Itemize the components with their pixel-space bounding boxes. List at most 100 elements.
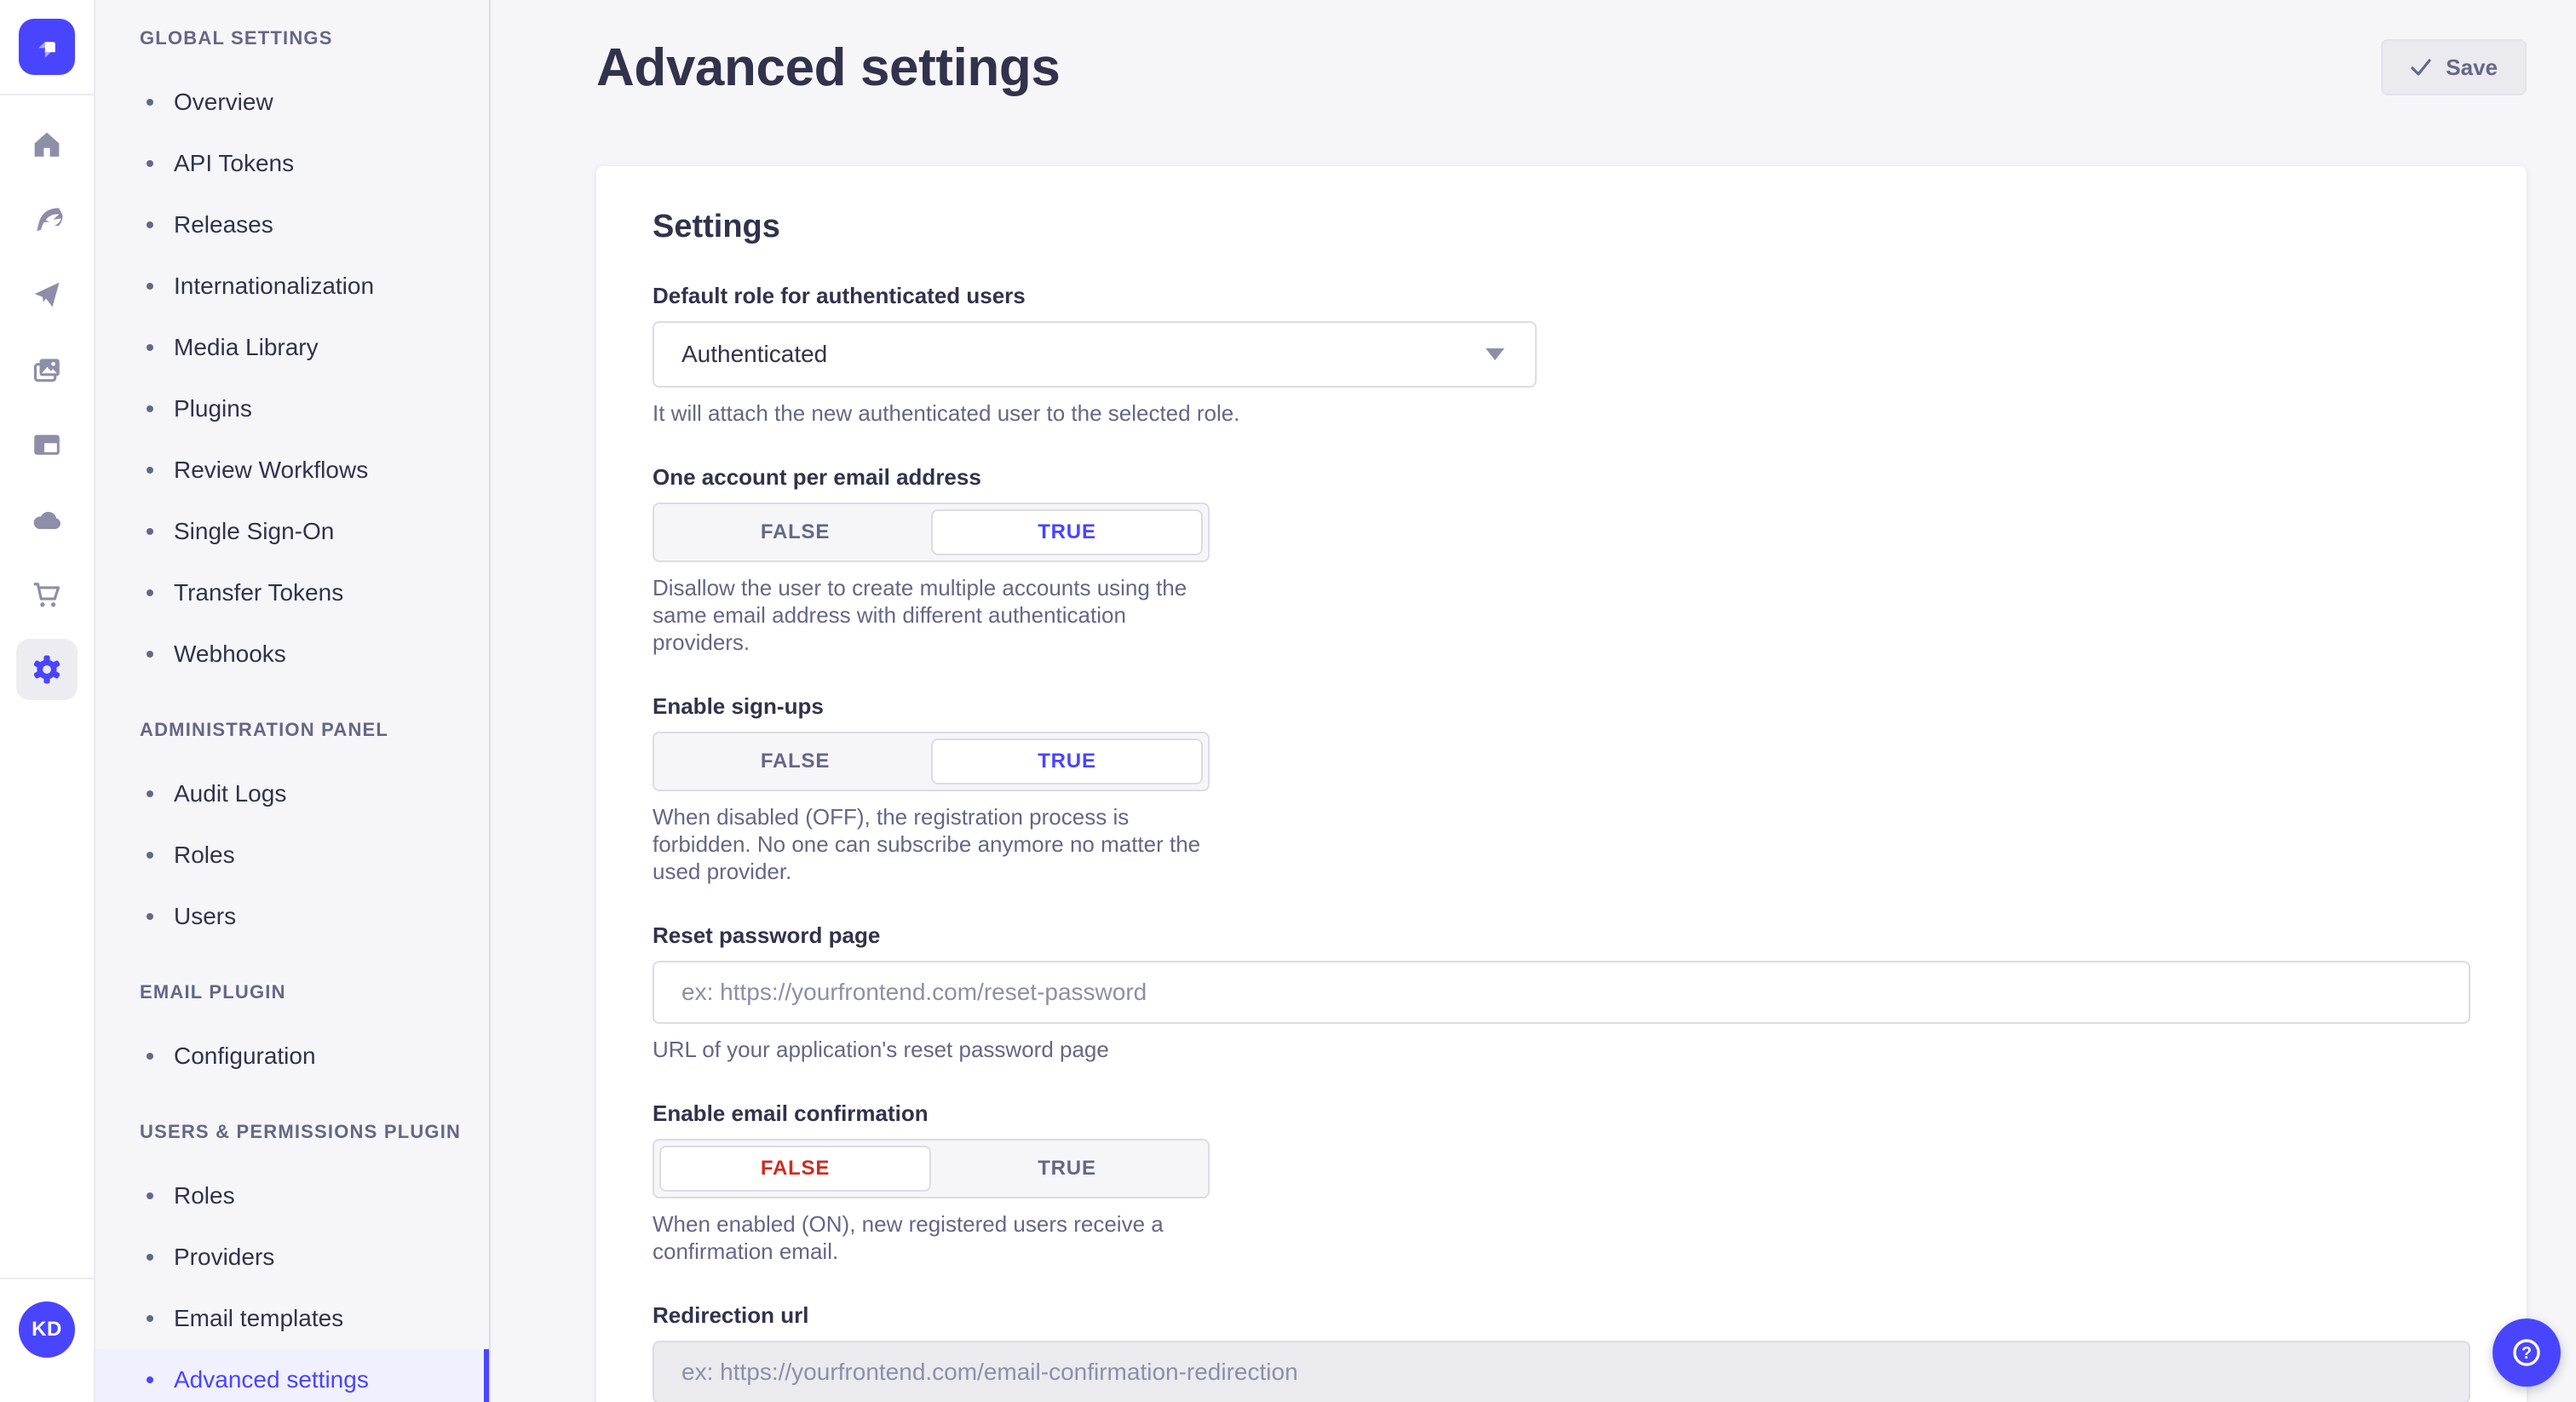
bullet-icon — [147, 99, 153, 106]
sidebar-section-administration-panel: ADMINISTRATION PANEL Audit Logs Roles Us… — [95, 719, 489, 947]
one-account-false-option[interactable]: FALSE — [659, 509, 931, 555]
default-role-select[interactable]: Authenticated — [653, 321, 1537, 388]
svg-text:?: ? — [2521, 1344, 2532, 1363]
sidebar-item-internationalization[interactable]: Internationalization — [95, 256, 489, 317]
field-one-account: One account per email address FALSE TRUE… — [653, 464, 2470, 656]
sidebar-section-global-settings: GLOBAL SETTINGS Overview API Tokens Rele… — [95, 27, 489, 685]
email-confirmation-label: Enable email confirmation — [653, 1100, 2470, 1127]
help-button[interactable]: ? — [2493, 1319, 2561, 1387]
logo-container — [0, 0, 95, 95]
section-title-administration-panel: ADMINISTRATION PANEL — [140, 719, 489, 741]
sidebar-item-audit-logs[interactable]: Audit Logs — [95, 763, 489, 825]
one-account-hint: Disallow the user to create multiple acc… — [653, 574, 1222, 656]
icon-rail: KD — [0, 0, 95, 1402]
layout-panel-icon[interactable] — [16, 414, 78, 475]
bullet-icon — [147, 160, 153, 167]
sidebar-item-transfer-tokens[interactable]: Transfer Tokens — [95, 562, 489, 623]
sidebar-item-review-workflows[interactable]: Review Workflows — [95, 440, 489, 501]
sidebar-item-webhooks[interactable]: Webhooks — [95, 623, 489, 685]
check-icon — [2410, 56, 2432, 78]
bullet-icon — [147, 651, 153, 658]
reset-password-label: Reset password page — [653, 922, 2470, 949]
field-email-confirmation: Enable email confirmation FALSE TRUE Whe… — [653, 1100, 2470, 1265]
default-role-value: Authenticated — [681, 341, 827, 368]
settings-card: Settings Default role for authenticated … — [596, 166, 2527, 1402]
sidebar-item-plugins[interactable]: Plugins — [95, 378, 489, 440]
sidebar-section-users-permissions-plugin: USERS & PERMISSIONS PLUGIN Roles Provide… — [95, 1121, 489, 1402]
sidebar-item-api-tokens[interactable]: API Tokens — [95, 133, 489, 194]
question-mark-icon: ? — [2510, 1336, 2544, 1370]
one-account-label: One account per email address — [653, 464, 2470, 491]
settings-sidebar: GLOBAL SETTINGS Overview API Tokens Rele… — [95, 0, 491, 1402]
reset-password-hint: URL of your application's reset password… — [653, 1036, 2470, 1063]
default-role-hint: It will attach the new authenticated use… — [653, 399, 2470, 427]
images-icon[interactable] — [16, 339, 78, 400]
cloud-icon[interactable] — [16, 489, 78, 550]
gear-icon[interactable] — [16, 639, 78, 700]
sidebar-item-admin-users[interactable]: Users — [95, 886, 489, 947]
sidebar-item-admin-roles[interactable]: Roles — [95, 825, 489, 886]
bullet-icon — [147, 1053, 153, 1060]
bullet-icon — [147, 221, 153, 228]
user-avatar[interactable]: KD — [19, 1301, 75, 1358]
enable-signups-toggle: FALSE TRUE — [653, 732, 1210, 791]
strapi-logo[interactable] — [19, 19, 75, 75]
enable-signups-hint: When disabled (OFF), the registration pr… — [653, 803, 1222, 885]
sidebar-item-up-roles[interactable]: Roles — [95, 1165, 489, 1227]
strapi-logo-icon — [31, 31, 63, 63]
chevron-down-icon — [1486, 348, 1504, 360]
home-icon[interactable] — [16, 114, 78, 175]
page-header: Advanced settings Save — [596, 0, 2527, 98]
rail-footer: KD — [0, 1278, 94, 1402]
field-enable-signups: Enable sign-ups FALSE TRUE When disabled… — [653, 693, 2470, 885]
email-confirmation-true-option[interactable]: TRUE — [931, 1146, 1203, 1192]
shopping-cart-icon[interactable] — [16, 564, 78, 625]
enable-signups-label: Enable sign-ups — [653, 693, 2470, 720]
default-role-label: Default role for authenticated users — [653, 283, 2470, 309]
sidebar-item-email-configuration[interactable]: Configuration — [95, 1026, 489, 1087]
section-title-users-permissions-plugin: USERS & PERMISSIONS PLUGIN — [140, 1121, 489, 1143]
bullet-icon — [147, 283, 153, 290]
bullet-icon — [147, 852, 153, 859]
enable-signups-true-option[interactable]: TRUE — [931, 738, 1203, 784]
field-reset-password: Reset password page URL of your applicat… — [653, 922, 2470, 1063]
field-redirection-url: Redirection url — [653, 1302, 2470, 1402]
bullet-icon — [147, 1254, 153, 1261]
sidebar-item-single-sign-on[interactable]: Single Sign-On — [95, 501, 489, 562]
sidebar-item-advanced-settings[interactable]: Advanced settings — [95, 1349, 489, 1402]
rail-nav — [16, 114, 78, 700]
field-default-role: Default role for authenticated users Aut… — [653, 283, 2470, 427]
sidebar-item-providers[interactable]: Providers — [95, 1227, 489, 1288]
sidebar-section-email-plugin: EMAIL PLUGIN Configuration — [95, 981, 489, 1087]
bullet-icon — [147, 1315, 153, 1322]
email-confirmation-hint: When enabled (ON), new registered users … — [653, 1210, 1222, 1265]
main-content: Advanced settings Save Settings Default … — [491, 0, 2576, 1402]
sidebar-item-media-library[interactable]: Media Library — [95, 317, 489, 378]
enable-signups-false-option[interactable]: FALSE — [659, 738, 931, 784]
email-confirmation-toggle: FALSE TRUE — [653, 1139, 1210, 1198]
bullet-icon — [147, 913, 153, 920]
bullet-icon — [147, 589, 153, 596]
feather-icon[interactable] — [16, 189, 78, 250]
page-title: Advanced settings — [596, 37, 1060, 98]
sidebar-item-email-templates[interactable]: Email templates — [95, 1288, 489, 1349]
paper-plane-icon[interactable] — [16, 264, 78, 325]
bullet-icon — [147, 344, 153, 351]
bullet-icon — [147, 790, 153, 797]
bullet-icon — [147, 528, 153, 535]
save-button[interactable]: Save — [2381, 39, 2527, 95]
reset-password-input[interactable] — [653, 961, 2470, 1024]
card-heading: Settings — [653, 209, 2470, 245]
bullet-icon — [147, 1376, 153, 1383]
section-title-global-settings: GLOBAL SETTINGS — [140, 27, 489, 49]
sidebar-item-releases[interactable]: Releases — [95, 194, 489, 256]
one-account-toggle: FALSE TRUE — [653, 503, 1210, 562]
section-title-email-plugin: EMAIL PLUGIN — [140, 981, 489, 1003]
email-confirmation-false-option[interactable]: FALSE — [659, 1146, 931, 1192]
redirection-url-label: Redirection url — [653, 1302, 2470, 1329]
one-account-true-option[interactable]: TRUE — [931, 509, 1203, 555]
bullet-icon — [147, 467, 153, 474]
redirection-url-input[interactable] — [653, 1341, 2470, 1402]
sidebar-item-overview[interactable]: Overview — [95, 72, 489, 133]
save-button-label: Save — [2446, 55, 2498, 81]
